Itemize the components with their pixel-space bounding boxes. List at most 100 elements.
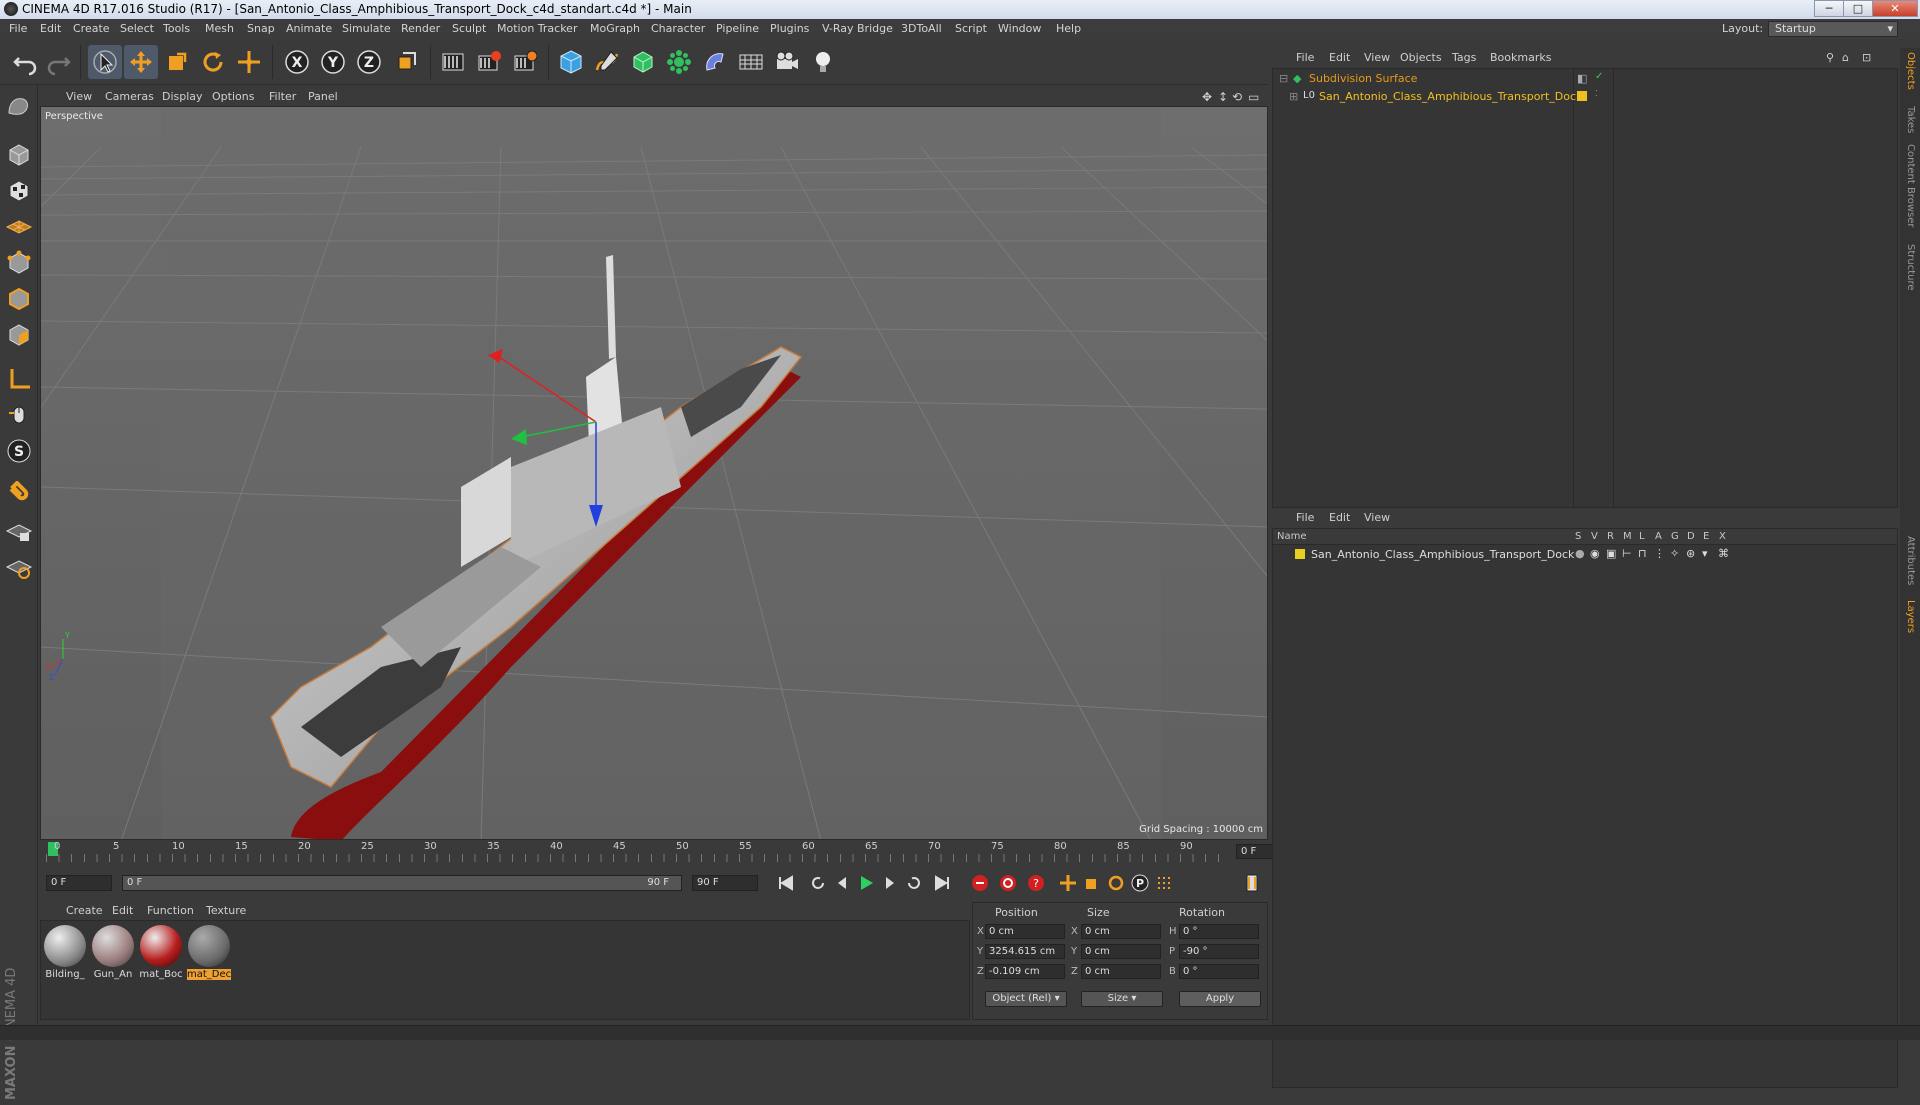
z-axis-icon[interactable]: Z bbox=[352, 45, 386, 79]
model-mode-icon[interactable] bbox=[3, 91, 35, 123]
tab-takes[interactable]: Takes bbox=[1905, 106, 1916, 133]
texture-mode-icon[interactable] bbox=[3, 175, 35, 207]
menu-select[interactable]: Select bbox=[120, 22, 154, 35]
rotation-key-icon[interactable] bbox=[1104, 872, 1128, 894]
menu-tools[interactable]: Tools bbox=[163, 22, 190, 35]
scale-key-icon[interactable] bbox=[1080, 872, 1104, 894]
deformer-icon[interactable] bbox=[698, 45, 732, 79]
coordinate-mode-dropdown[interactable]: Object (Rel) ▾ bbox=[985, 991, 1067, 1007]
size-mode-dropdown[interactable]: Size ▾ bbox=[1081, 991, 1163, 1007]
redo-icon[interactable] bbox=[42, 45, 76, 79]
viewport-menu-filter[interactable]: Filter bbox=[269, 90, 296, 103]
menu-pipeline[interactable]: Pipeline bbox=[716, 22, 759, 35]
magnet-icon[interactable] bbox=[3, 479, 35, 511]
layer-manager-icon[interactable]: ⊢ bbox=[1622, 547, 1632, 560]
edges-mode-icon[interactable] bbox=[3, 283, 35, 315]
viewport-rotate-icon[interactable]: ⟲ bbox=[1232, 90, 1242, 104]
objects-menu-objects[interactable]: Objects bbox=[1400, 51, 1442, 64]
menu-3dtoall[interactable]: 3DToAll bbox=[901, 22, 942, 35]
layer-expression-icon[interactable]: ▾ bbox=[1702, 547, 1708, 560]
world-coords-icon[interactable] bbox=[390, 45, 424, 79]
tab-layers[interactable]: Layers bbox=[1905, 600, 1916, 633]
objects-menu-view[interactable]: View bbox=[1364, 51, 1390, 64]
layer-view-eye-icon[interactable]: ◉ bbox=[1590, 547, 1600, 560]
move-icon[interactable] bbox=[124, 45, 158, 79]
array-icon[interactable] bbox=[662, 45, 696, 79]
points-mode-icon[interactable] bbox=[3, 247, 35, 279]
layers-menu-edit[interactable]: Edit bbox=[1329, 511, 1350, 524]
polygons-mode-icon[interactable] bbox=[3, 319, 35, 351]
3d-viewport[interactable]: Perspective Grid Spacing : 10000 cm Y X … bbox=[40, 106, 1268, 840]
keyframe-selection-icon[interactable]: ? bbox=[1024, 872, 1048, 894]
layer-xref-icon[interactable]: ⌘ bbox=[1718, 547, 1729, 560]
size-y-field[interactable]: 0 cm bbox=[1081, 944, 1161, 959]
next-key-icon[interactable] bbox=[902, 872, 926, 894]
grid-snap-icon[interactable] bbox=[3, 551, 35, 583]
menu-character[interactable]: Character bbox=[651, 22, 705, 35]
object-row[interactable]: ⊞ L0 San_Antonio_Class_Amphibious_Transp… bbox=[1273, 89, 1598, 105]
rotation-h-field[interactable]: 0 ° bbox=[1179, 924, 1259, 939]
rotate-icon[interactable] bbox=[196, 45, 230, 79]
layer-lock-icon[interactable]: ⊓ bbox=[1638, 547, 1647, 560]
menu-script[interactable]: Script bbox=[955, 22, 987, 35]
material-item-selected[interactable]: mat_Dec bbox=[187, 925, 231, 980]
material-item[interactable]: Bilding_ bbox=[43, 925, 87, 980]
undo-icon[interactable] bbox=[8, 45, 42, 79]
material-menu-edit[interactable]: Edit bbox=[112, 904, 133, 917]
minimize-button[interactable]: ─ bbox=[1814, 0, 1844, 17]
layers-menu-view[interactable]: View bbox=[1364, 511, 1390, 524]
cube-primitive-icon[interactable] bbox=[554, 45, 588, 79]
menu-render[interactable]: Render bbox=[401, 22, 440, 35]
material-item[interactable]: mat_Boc bbox=[139, 925, 183, 980]
previous-key-icon[interactable] bbox=[806, 872, 830, 894]
parameter-key-icon[interactable]: P bbox=[1128, 872, 1152, 894]
material-item[interactable]: Gun_An bbox=[91, 925, 135, 980]
layer-color-swatch[interactable] bbox=[1295, 549, 1305, 559]
menu-mograph[interactable]: MoGraph bbox=[590, 22, 640, 35]
lock-workplane-icon[interactable] bbox=[3, 515, 35, 547]
record-keys-icon[interactable] bbox=[968, 872, 992, 894]
close-button[interactable]: ✕ bbox=[1872, 0, 1918, 17]
menu-help[interactable]: Help bbox=[1056, 22, 1081, 35]
go-to-end-icon[interactable] bbox=[930, 872, 954, 894]
workplane-icon[interactable] bbox=[3, 209, 35, 241]
layout-dropdown[interactable]: Startup ▾ bbox=[1768, 21, 1898, 37]
tab-objects[interactable]: Objects bbox=[1905, 52, 1916, 90]
layer-row[interactable]: San_Antonio_Class_Amphibious_Transport_D… bbox=[1273, 547, 1893, 563]
autokey-icon[interactable] bbox=[996, 872, 1020, 894]
axis-mode-icon[interactable] bbox=[3, 363, 35, 395]
material-menu-function[interactable]: Function bbox=[147, 904, 194, 917]
new-window-icon[interactable]: ⊡ bbox=[1862, 51, 1871, 64]
pen-spline-icon[interactable] bbox=[590, 45, 624, 79]
select-arrow-icon[interactable] bbox=[88, 45, 122, 79]
render-settings-icon[interactable] bbox=[508, 45, 542, 79]
menu-edit[interactable]: Edit bbox=[40, 22, 61, 35]
go-to-start-icon[interactable] bbox=[774, 872, 798, 894]
position-key-icon[interactable] bbox=[1056, 872, 1080, 894]
y-axis-icon[interactable]: Y bbox=[316, 45, 350, 79]
object-mode-icon[interactable] bbox=[3, 139, 35, 171]
menu-motion-tracker[interactable]: Motion Tracker bbox=[497, 22, 577, 35]
subdivision-nurbs-icon[interactable] bbox=[626, 45, 660, 79]
end-frame-field[interactable]: 90 F bbox=[692, 875, 758, 891]
viewport-menu-view[interactable]: View bbox=[66, 90, 92, 103]
rotation-p-field[interactable]: -90 ° bbox=[1179, 944, 1259, 959]
previous-frame-icon[interactable] bbox=[830, 872, 854, 894]
camera-icon[interactable] bbox=[770, 45, 804, 79]
maximize-button[interactable]: □ bbox=[1843, 0, 1873, 17]
menu-simulate[interactable]: Simulate bbox=[342, 22, 391, 35]
floor-scene-icon[interactable] bbox=[734, 45, 768, 79]
rotation-b-field[interactable]: 0 ° bbox=[1179, 964, 1259, 979]
timeline-window-icon[interactable] bbox=[1240, 872, 1264, 894]
material-menu-texture[interactable]: Texture bbox=[206, 904, 246, 917]
tweak-mode-icon[interactable] bbox=[3, 399, 35, 431]
next-frame-icon[interactable] bbox=[878, 872, 902, 894]
point-level-animation-icon[interactable] bbox=[1152, 872, 1176, 894]
search-icon[interactable]: ⚲ bbox=[1826, 51, 1834, 64]
start-frame-field[interactable]: 0 F bbox=[46, 875, 112, 891]
viewport-move-icon[interactable]: ✥ bbox=[1202, 90, 1212, 104]
viewport-zoom-icon[interactable]: ↕ bbox=[1218, 90, 1228, 104]
menu-animate[interactable]: Animate bbox=[286, 22, 332, 35]
live-select-icon[interactable] bbox=[232, 45, 266, 79]
viewport-menu-cameras[interactable]: Cameras bbox=[105, 90, 154, 103]
